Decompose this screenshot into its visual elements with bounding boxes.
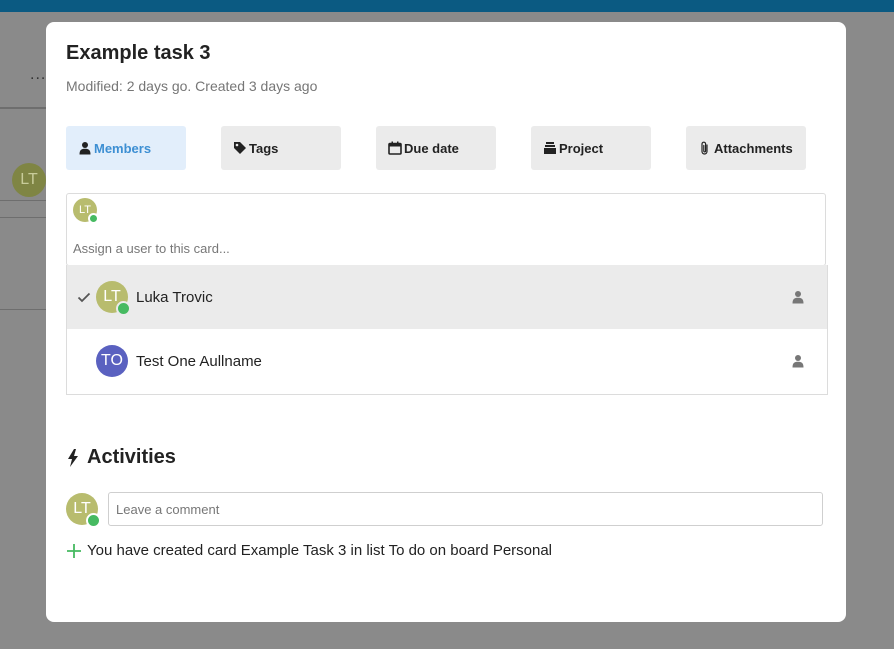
tab-label: Attachments — [714, 140, 793, 156]
tab-label: Members — [94, 140, 152, 156]
divider — [0, 200, 46, 201]
tab-tags[interactable]: Tags — [221, 126, 341, 170]
tag-icon — [233, 141, 247, 155]
comment-input[interactable] — [108, 492, 823, 526]
online-status-dot — [116, 301, 131, 316]
paperclip-icon — [698, 141, 712, 155]
activity-item: You have created card Example Task 3 in … — [66, 542, 552, 559]
tab-attachments[interactable]: Attachments — [686, 126, 806, 170]
avatar: TO — [96, 345, 128, 377]
assign-user-input[interactable] — [73, 241, 813, 256]
user-option-luka-trovic[interactable]: LT Luka Trovic — [67, 265, 827, 329]
user-icon — [792, 291, 804, 304]
person-icon — [78, 141, 92, 155]
tab-label: Project — [559, 140, 604, 156]
plus-icon — [67, 543, 81, 558]
user-option-test-one-aullname[interactable]: TO Test One Aullname — [67, 329, 827, 393]
card-meta: Modified: 2 days go. Created 3 days ago — [66, 78, 318, 94]
user-name: Test One Aullname — [136, 352, 262, 370]
activities-heading: Activities — [66, 446, 176, 469]
card-detail-modal: Example task 3 Modified: 2 days go. Crea… — [46, 22, 846, 622]
tab-label: Due date — [404, 140, 459, 156]
card-title[interactable]: Example task 3 — [66, 42, 211, 65]
more-icon: ... — [30, 66, 47, 83]
user-icon — [792, 355, 804, 368]
tab-label: Tags — [249, 140, 279, 156]
calendar-icon — [388, 141, 402, 155]
online-status-dot — [86, 513, 101, 528]
divider — [0, 217, 46, 218]
user-name: Luka Trovic — [136, 288, 213, 306]
stack-icon — [543, 141, 557, 155]
tab-project[interactable]: Project — [531, 126, 651, 170]
user-options-list: LT Luka Trovic TO Test One Aullname — [66, 265, 828, 395]
background-avatar: LT — [12, 163, 46, 197]
divider — [0, 107, 46, 109]
check-icon — [77, 292, 91, 303]
app-header-bar — [0, 0, 894, 12]
tab-members[interactable]: Members — [66, 126, 186, 170]
tab-due-date[interactable]: Due date — [376, 126, 496, 170]
divider — [0, 309, 46, 310]
activity-text: You have created card Example Task 3 in … — [87, 542, 553, 559]
activities-title: Activities — [87, 446, 176, 468]
assign-user-field[interactable]: LT — [66, 193, 826, 266]
online-status-dot — [88, 213, 99, 224]
lightning-icon — [68, 448, 78, 467]
